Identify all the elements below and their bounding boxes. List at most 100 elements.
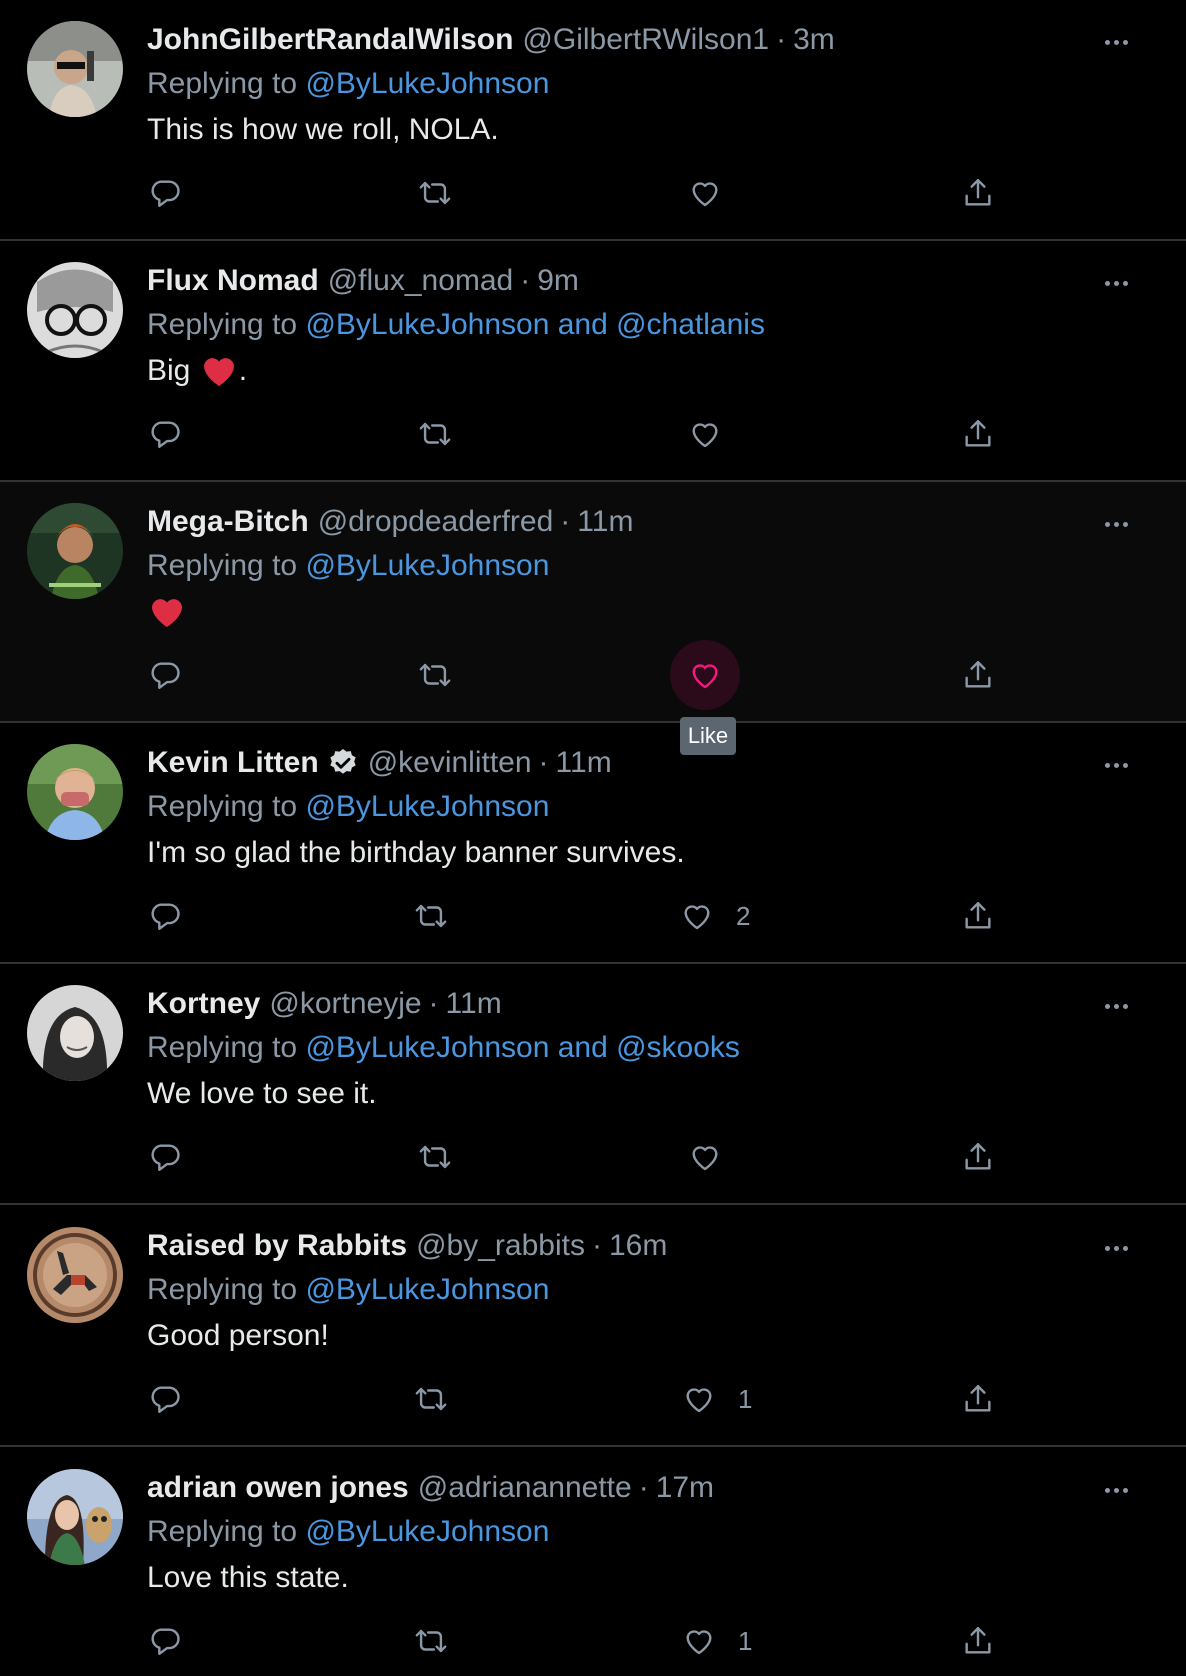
reply-icon <box>151 1144 180 1171</box>
tweet-header: Kortney @kortneyje · 11m <box>147 984 502 1024</box>
retweet-button[interactable] <box>414 891 448 941</box>
separator-dot: · <box>520 264 531 297</box>
tweet-actions: 1 <box>0 1374 1186 1424</box>
reply-button[interactable] <box>148 168 182 218</box>
more-options-icon[interactable] <box>1091 22 1141 62</box>
reply-tweet[interactable]: JohnGilbertRandalWilson @GilbertRWilson1… <box>0 0 1186 241</box>
more-options-icon[interactable] <box>1091 1470 1141 1510</box>
mention-link[interactable]: @ByLukeJohnson <box>305 67 549 100</box>
reply-tweet[interactable]: Kevin Litten @kevinlitten · 11m Replying… <box>0 723 1186 964</box>
mention-link[interactable]: @ByLukeJohnson <box>305 1273 549 1306</box>
mention-link[interactable]: @ByLukeJohnson <box>305 1515 549 1548</box>
reply-button[interactable] <box>148 650 182 700</box>
display-name[interactable]: Flux Nomad <box>147 261 319 301</box>
share-button[interactable] <box>961 1132 995 1182</box>
display-name[interactable]: adrian owen jones <box>147 1468 409 1508</box>
more-options-icon[interactable] <box>1091 745 1141 785</box>
more-options-icon[interactable] <box>1091 1228 1141 1268</box>
display-name[interactable]: Kevin Litten <box>147 743 319 783</box>
display-name[interactable]: Kortney <box>147 984 260 1024</box>
red-heart-emoji-icon <box>152 599 182 627</box>
like-button[interactable] <box>688 1132 744 1182</box>
like-button[interactable]: 2 <box>680 891 750 941</box>
replying-to: Replying to @ByLukeJohnson <box>147 1270 549 1310</box>
timestamp[interactable]: 9m <box>537 261 579 301</box>
retweet-button[interactable] <box>414 1374 448 1424</box>
tweet-actions <box>0 640 1186 710</box>
mention-link[interactable]: @ByLukeJohnson and @skooks <box>305 1031 740 1064</box>
mention-link[interactable]: @ByLukeJohnson <box>305 790 549 823</box>
timestamp[interactable]: 11m <box>556 743 612 783</box>
avatar[interactable] <box>27 1227 123 1323</box>
share-button[interactable] <box>961 1374 995 1424</box>
display-name[interactable]: Mega-Bitch <box>147 502 309 542</box>
like-count: 1 <box>738 1383 753 1414</box>
more-options-icon[interactable] <box>1091 504 1141 544</box>
retweet-button[interactable] <box>418 650 452 700</box>
retweet-button[interactable] <box>418 168 452 218</box>
tweet-text: This is how we roll, NOLA. <box>147 113 499 146</box>
reply-button[interactable] <box>148 1374 182 1424</box>
retweet-button[interactable] <box>414 1616 448 1666</box>
retweet-button[interactable] <box>418 1132 452 1182</box>
retweet-icon <box>419 663 451 687</box>
reply-button[interactable] <box>148 891 182 941</box>
mention-link[interactable]: @ByLukeJohnson and @chatlanis <box>305 308 765 341</box>
retweet-button[interactable] <box>418 409 452 459</box>
share-button[interactable] <box>961 650 995 700</box>
share-button[interactable] <box>961 168 995 218</box>
heart-icon <box>684 905 710 930</box>
more-options-icon[interactable] <box>1091 986 1141 1026</box>
user-handle[interactable]: @kortneyje <box>269 984 421 1024</box>
reply-tweet[interactable]: Mega-Bitch @dropdeaderfred · 11m Replyin… <box>0 482 1186 723</box>
separator-dot: · <box>591 1229 602 1262</box>
share-button[interactable] <box>961 1616 995 1666</box>
verified-badge-icon <box>330 749 356 774</box>
display-name[interactable]: JohnGilbertRandalWilson <box>147 20 513 60</box>
reply-button[interactable] <box>148 1132 182 1182</box>
reply-button[interactable] <box>148 409 182 459</box>
avatar[interactable] <box>27 262 123 358</box>
share-button[interactable] <box>961 891 995 941</box>
mention-link[interactable]: @ByLukeJohnson <box>305 549 549 582</box>
more-options-icon[interactable] <box>1091 263 1141 303</box>
share-button[interactable] <box>961 409 995 459</box>
reply-button[interactable] <box>148 1616 182 1666</box>
avatar[interactable] <box>27 21 123 117</box>
share-icon <box>965 661 991 688</box>
tweet-text: Big . <box>147 349 247 393</box>
replying-to: Replying to @ByLukeJohnson <box>147 1512 549 1552</box>
timestamp[interactable]: 16m <box>609 1226 667 1266</box>
display-name[interactable]: Raised by Rabbits <box>147 1226 407 1266</box>
avatar[interactable] <box>27 985 123 1081</box>
red-heart-emoji-icon <box>203 358 234 386</box>
avatar[interactable] <box>27 744 123 840</box>
like-button[interactable]: 1 <box>682 1374 752 1424</box>
tweet-header: adrian owen jones @adrianannette · 17m <box>147 1468 714 1508</box>
heart-icon <box>692 423 718 448</box>
reply-tweet[interactable]: adrian owen jones @adrianannette · 17m R… <box>0 1448 1186 1676</box>
retweet-icon <box>415 1629 447 1653</box>
timestamp[interactable]: 11m <box>577 502 633 542</box>
avatar[interactable] <box>27 1469 123 1565</box>
heart-icon <box>686 1630 712 1655</box>
like-button[interactable] <box>688 168 744 218</box>
user-handle[interactable]: @GilbertRWilson1 <box>522 20 769 60</box>
timestamp[interactable]: 17m <box>656 1468 714 1508</box>
like-button[interactable]: 1 <box>682 1616 752 1666</box>
timestamp[interactable]: 11m <box>446 984 502 1024</box>
user-handle[interactable]: @by_rabbits <box>416 1226 585 1266</box>
reply-tweet[interactable]: Raised by Rabbits @by_rabbits · 16m Repl… <box>0 1206 1186 1447</box>
avatar[interactable] <box>27 503 123 599</box>
user-handle[interactable]: @adrianannette <box>418 1468 632 1508</box>
user-handle[interactable]: @dropdeaderfred <box>318 502 554 542</box>
user-handle[interactable]: @flux_nomad <box>328 261 514 301</box>
like-button[interactable] <box>688 409 744 459</box>
reply-tweet[interactable]: Flux Nomad @flux_nomad · 9m Replying to … <box>0 241 1186 482</box>
like-button[interactable] <box>670 640 744 710</box>
timestamp[interactable]: 3m <box>793 20 835 60</box>
reply-tweet[interactable]: Kortney @kortneyje · 11m Replying to @By… <box>0 964 1186 1205</box>
user-handle[interactable]: @kevinlitten <box>368 743 532 783</box>
tweet-header: Flux Nomad @flux_nomad · 9m <box>147 261 579 301</box>
like-count: 1 <box>738 1625 753 1656</box>
